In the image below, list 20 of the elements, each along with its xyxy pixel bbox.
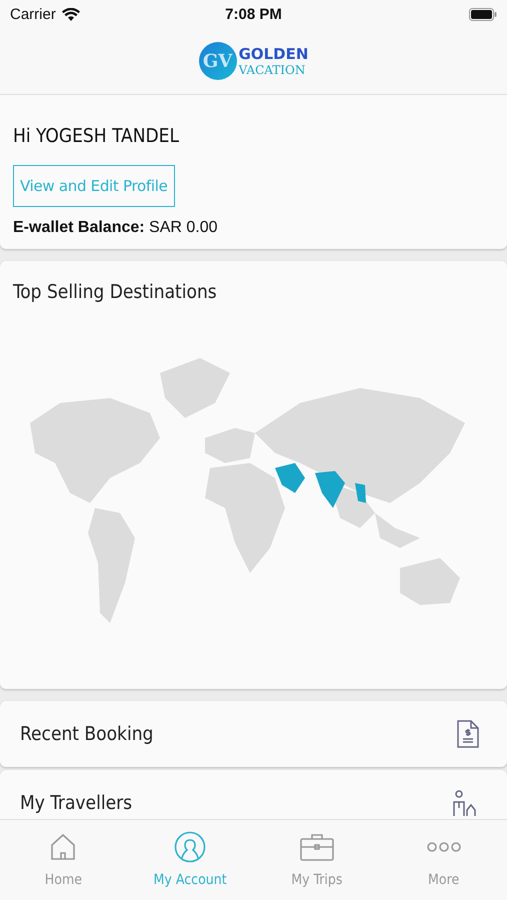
section-title: Top Selling Destinations	[13, 281, 218, 303]
invoice-icon	[457, 720, 479, 748]
tab[interactable]: More	[380, 820, 507, 900]
account-icon	[174, 831, 206, 863]
edit-profile-button[interactable]: View and Edit Profile	[13, 165, 175, 207]
tab[interactable]: Home	[0, 820, 127, 900]
tab[interactable]: My Trips	[254, 820, 380, 900]
wifi-icon	[62, 8, 80, 20]
menu-item[interactable]: My Travellers	[20, 792, 132, 814]
greeting-text: Hi YOGESH TANDEL	[13, 125, 180, 147]
wallet-balance-text: E-wallet Balance: SAR 0.00	[13, 219, 219, 237]
briefcase-icon	[300, 833, 334, 861]
battery-icon	[469, 8, 497, 20]
more-icon	[426, 841, 461, 853]
tab[interactable]: My Account	[126, 820, 254, 900]
clock-time: 7:08 PM	[225, 6, 282, 22]
menu-item[interactable]: Recent Booking	[20, 723, 154, 745]
travellers-icon	[451, 790, 479, 816]
home-icon	[50, 833, 76, 861]
carrier-label: Carrier	[10, 6, 56, 22]
